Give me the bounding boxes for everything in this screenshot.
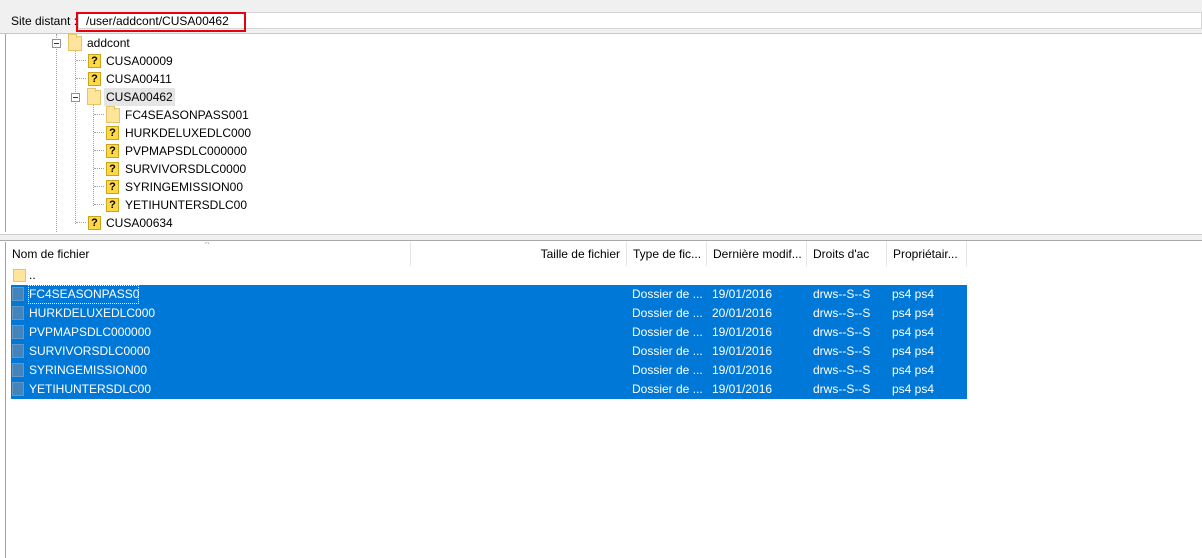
file-row[interactable]: SYRINGEMISSION00 Dossier de ... 19/01/20… (11, 361, 967, 380)
file-permissions: drws--S--S (813, 287, 871, 301)
collapse-icon[interactable] (52, 39, 61, 48)
folder-icon (12, 306, 24, 320)
file-name: HURKDELUXEDLC000 (29, 306, 156, 320)
file-name: .. (29, 268, 36, 282)
file-permissions: drws--S--S (813, 325, 871, 339)
file-type: Dossier de ... (632, 306, 703, 320)
folder-icon (12, 382, 24, 396)
file-type: Dossier de ... (632, 363, 703, 377)
file-name: FC4SEASONPASS001 (28, 285, 139, 304)
tree-node-label: YETIHUNTERSDLC00 (125, 198, 248, 212)
remote-path-input[interactable] (78, 12, 1202, 29)
folder-icon (12, 344, 24, 358)
file-modified: 19/01/2016 (712, 287, 773, 301)
tree-node-yetihuntersdlc00[interactable]: ? YETIHUNTERSDLC00 (6, 196, 306, 214)
file-row[interactable]: HURKDELUXEDLC000 Dossier de ... 20/01/20… (11, 304, 967, 323)
remote-file-list[interactable]: Nom de fichier ^ Taille de fichier Type … (5, 242, 1202, 558)
file-permissions: drws--S--S (813, 382, 871, 396)
column-header-permissions[interactable]: Droits d'ac (807, 242, 887, 266)
file-owner: ps4 ps4 (892, 306, 935, 320)
tree-node-syringemission00[interactable]: ? SYRINGEMISSION00 (6, 178, 306, 196)
file-permissions: drws--S--S (813, 306, 871, 320)
tree-node-cusa00634[interactable]: ? CUSA00634 (6, 214, 306, 232)
file-name: PVPMAPSDLC000000 (29, 325, 152, 339)
file-modified: 19/01/2016 (712, 344, 773, 358)
tree-node-hurkdeluxedlc000[interactable]: ? HURKDELUXEDLC000 (6, 124, 306, 142)
file-list-header: Nom de fichier ^ Taille de fichier Type … (6, 242, 1202, 266)
file-owner: ps4 ps4 (892, 363, 935, 377)
unknown-folder-icon: ? (88, 216, 101, 230)
tree-node-label: PVPMAPSDLC000000 (125, 144, 248, 158)
tree-node-label: SURVIVORSDLC0000 (125, 162, 247, 176)
file-row[interactable]: FC4SEASONPASS001 Dossier de ... 19/01/20… (11, 285, 967, 304)
tree-node-fc4seasonpass001[interactable]: FC4SEASONPASS001 (6, 106, 306, 124)
folder-icon (12, 287, 24, 301)
file-row[interactable]: SURVIVORSDLC0000 Dossier de ... 19/01/20… (11, 342, 967, 361)
file-name: YETIHUNTERSDLC00 (29, 382, 152, 396)
tree-node-cusa00009[interactable]: ? CUSA00009 (6, 52, 306, 70)
file-permissions: drws--S--S (813, 363, 871, 377)
folder-icon (87, 88, 101, 105)
unknown-folder-icon: ? (106, 162, 119, 176)
file-owner: ps4 ps4 (892, 287, 935, 301)
unknown-folder-icon: ? (106, 198, 119, 212)
file-type: Dossier de ... (632, 287, 703, 301)
tree-node-label: SYRINGEMISSION00 (125, 180, 244, 194)
file-row[interactable]: YETIHUNTERSDLC00 Dossier de ... 19/01/20… (11, 380, 967, 399)
file-type: Dossier de ... (632, 382, 703, 396)
unknown-folder-icon: ? (106, 180, 119, 194)
parent-directory-row[interactable]: .. (11, 266, 967, 285)
folder-icon (12, 325, 24, 339)
remote-site-label: Site distant : (11, 14, 78, 28)
remote-directory-tree[interactable]: addcont ? CUSA00009 ? CUSA00411 CUSA0046… (5, 34, 1202, 232)
file-name: SYRINGEMISSION00 (29, 363, 148, 377)
file-modified: 20/01/2016 (712, 306, 773, 320)
tree-node-label: FC4SEASONPASS001 (125, 108, 249, 122)
folder-icon (13, 269, 26, 282)
tree-node-label: CUSA00411 (106, 72, 172, 86)
tree-node-label: CUSA00462 (104, 88, 175, 106)
sort-ascending-icon: ^ (205, 242, 210, 249)
tree-node-survivorsdlc0000[interactable]: ? SURVIVORSDLC0000 (6, 160, 306, 178)
column-header-filetype[interactable]: Type de fic... (627, 242, 707, 266)
file-type: Dossier de ... (632, 344, 703, 358)
tree-node-cusa00462[interactable]: CUSA00462 (6, 88, 306, 106)
tree-node-label: HURKDELUXEDLC000 (125, 126, 252, 140)
folder-icon (68, 34, 82, 51)
tree-node-pvpmapsdlc000000[interactable]: ? PVPMAPSDLC000000 (6, 142, 306, 160)
folder-icon (12, 363, 24, 377)
collapse-icon[interactable] (71, 93, 80, 102)
file-modified: 19/01/2016 (712, 325, 773, 339)
file-permissions: drws--S--S (813, 344, 871, 358)
tree-node-label: addcont (87, 36, 130, 50)
file-owner: ps4 ps4 (892, 325, 935, 339)
tree-node-label: CUSA00634 (106, 216, 173, 230)
pane-splitter[interactable] (0, 234, 1202, 241)
file-modified: 19/01/2016 (712, 363, 773, 377)
unknown-folder-icon: ? (88, 72, 101, 86)
unknown-folder-icon: ? (106, 126, 119, 140)
remote-site-bar: Site distant : (0, 0, 1202, 34)
column-header-last-modified[interactable]: Dernière modif... (707, 242, 807, 266)
file-type: Dossier de ... (632, 325, 703, 339)
column-header-owner[interactable]: Propriétair... (887, 242, 967, 266)
file-name: SURVIVORSDLC0000 (29, 344, 151, 358)
file-modified: 19/01/2016 (712, 382, 773, 396)
tree-node-label: CUSA00009 (106, 54, 173, 68)
unknown-folder-icon: ? (106, 144, 119, 158)
file-owner: ps4 ps4 (892, 344, 935, 358)
column-header-filesize[interactable]: Taille de fichier (411, 242, 627, 266)
file-owner: ps4 ps4 (892, 382, 935, 396)
tree-node-addcont[interactable]: addcont (6, 34, 306, 52)
unknown-folder-icon: ? (88, 54, 101, 68)
folder-icon (106, 106, 120, 123)
file-row[interactable]: PVPMAPSDLC000000 Dossier de ... 19/01/20… (11, 323, 967, 342)
tree-node-cusa00411[interactable]: ? CUSA00411 (6, 70, 306, 88)
